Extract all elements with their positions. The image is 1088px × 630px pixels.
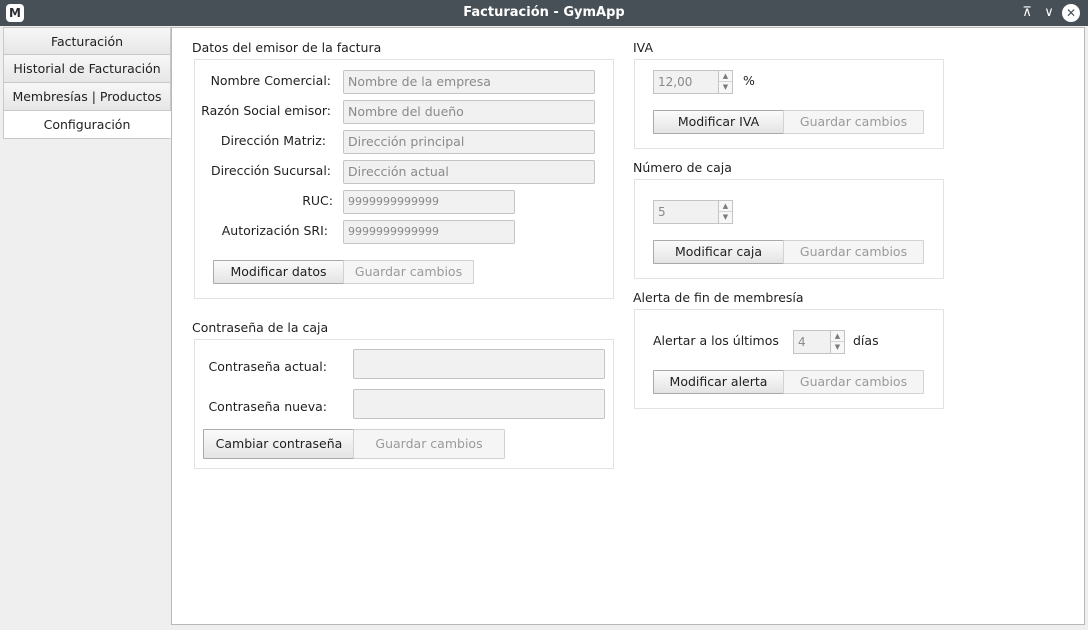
- save-alert-button[interactable]: Guardar cambios: [783, 370, 924, 394]
- window-title: Facturación - GymApp: [463, 5, 625, 20]
- password-panel: Contraseña actual: Contraseña nueva: Cam…: [194, 339, 614, 469]
- settings-content: Datos del emisor de la factura Nombre Co…: [171, 27, 1085, 625]
- alert-days-spinner[interactable]: 4 ▲ ▼: [793, 330, 845, 354]
- issuer-section-title: Datos del emisor de la factura: [192, 40, 382, 55]
- minimize-icon[interactable]: ∨: [1040, 4, 1058, 22]
- branch-address-label: Dirección Sucursal:: [210, 163, 331, 178]
- sidebar: Facturación Historial de Facturación Mem…: [3, 27, 171, 139]
- business-name-field[interactable]: Nombre del dueño: [343, 100, 595, 124]
- spinner-up-icon[interactable]: ▲: [719, 71, 732, 82]
- spinner-down-icon[interactable]: ▼: [831, 342, 844, 353]
- main-address-field[interactable]: Dirección principal: [343, 130, 595, 154]
- ruc-label: RUC:: [302, 193, 333, 208]
- modify-iva-button[interactable]: Modificar IVA: [653, 110, 784, 134]
- main-address-label: Dirección Matriz:: [220, 133, 326, 148]
- alert-section-title: Alerta de fin de membresía: [633, 290, 804, 305]
- ruc-field[interactable]: 9999999999999: [343, 190, 515, 214]
- tab-membresias-productos[interactable]: Membresías | Productos: [3, 83, 171, 111]
- branch-address-field[interactable]: Dirección actual: [343, 160, 595, 184]
- save-iva-button[interactable]: Guardar cambios: [783, 110, 924, 134]
- current-password-field[interactable]: [353, 349, 605, 379]
- close-icon[interactable]: ✕: [1062, 4, 1080, 22]
- save-cashbox-button[interactable]: Guardar cambios: [783, 240, 924, 264]
- alert-days-value: 4: [798, 335, 806, 349]
- tab-historial-facturacion[interactable]: Historial de Facturación: [3, 55, 171, 83]
- current-password-label: Contraseña actual:: [208, 359, 327, 374]
- cashbox-panel: 5 ▲ ▼ Modificar caja Guardar cambios: [634, 179, 944, 279]
- title-bar: M Facturación - GymApp ⊼ ∨ ✕: [0, 0, 1088, 26]
- modify-alert-button[interactable]: Modificar alerta: [653, 370, 784, 394]
- trade-name-label: Nombre Comercial:: [210, 73, 331, 88]
- sri-authorization-label: Autorización SRI:: [221, 223, 328, 238]
- save-password-button[interactable]: Guardar cambios: [353, 429, 505, 459]
- change-password-button[interactable]: Cambiar contraseña: [203, 429, 355, 459]
- alert-prefix-label: Alertar a los últimos: [653, 333, 779, 348]
- iva-percent-label: %: [743, 73, 755, 88]
- alert-suffix-label: días: [853, 333, 879, 348]
- spinner-up-icon[interactable]: ▲: [719, 201, 732, 212]
- new-password-field[interactable]: [353, 389, 605, 419]
- iva-section-title: IVA: [633, 40, 653, 55]
- spinner-down-icon[interactable]: ▼: [719, 212, 732, 223]
- spinner-down-icon[interactable]: ▼: [719, 82, 732, 93]
- business-name-label: Razón Social emisor:: [201, 103, 331, 118]
- password-section-title: Contraseña de la caja: [192, 320, 329, 335]
- new-password-label: Contraseña nueva:: [208, 399, 327, 414]
- alert-panel: Alertar a los últimos 4 ▲ ▼ días Modific…: [634, 309, 944, 409]
- iva-spinner[interactable]: 12,00 ▲ ▼: [653, 70, 733, 94]
- trade-name-field[interactable]: Nombre de la empresa: [343, 70, 595, 94]
- sri-authorization-field[interactable]: 9999999999999: [343, 220, 515, 244]
- tab-facturacion[interactable]: Facturación: [3, 27, 171, 55]
- cashbox-spinner[interactable]: 5 ▲ ▼: [653, 200, 733, 224]
- spinner-up-icon[interactable]: ▲: [831, 331, 844, 342]
- keep-above-icon[interactable]: ⊼: [1018, 4, 1036, 22]
- iva-value: 12,00: [658, 75, 693, 89]
- modify-data-button[interactable]: Modificar datos: [213, 260, 344, 284]
- issuer-panel: Nombre Comercial: Nombre de la empresa R…: [194, 59, 614, 299]
- cashbox-value: 5: [658, 205, 666, 219]
- modify-cashbox-button[interactable]: Modificar caja: [653, 240, 784, 264]
- tab-configuracion[interactable]: Configuración: [3, 111, 171, 139]
- cashbox-section-title: Número de caja: [633, 160, 732, 175]
- iva-panel: 12,00 ▲ ▼ % Modificar IVA Guardar cambio…: [634, 59, 944, 149]
- save-data-button[interactable]: Guardar cambios: [343, 260, 474, 284]
